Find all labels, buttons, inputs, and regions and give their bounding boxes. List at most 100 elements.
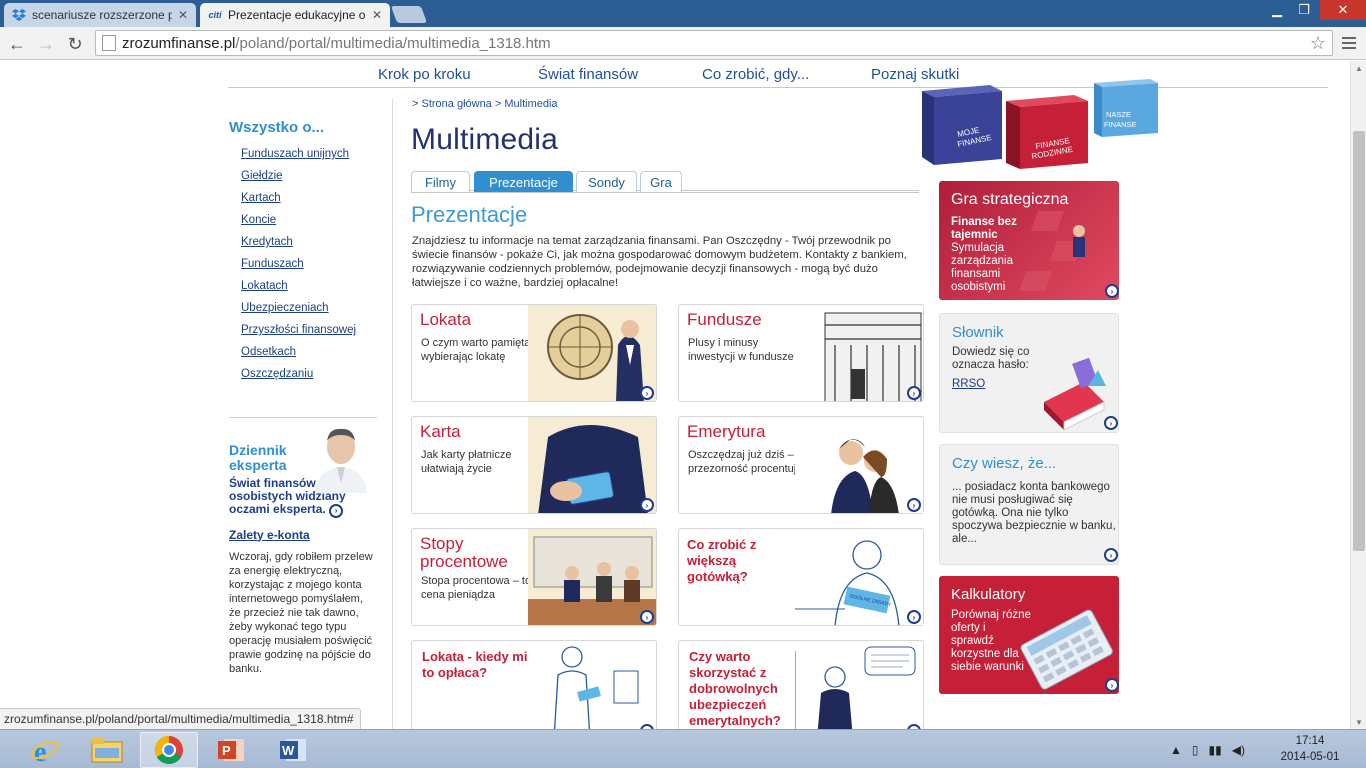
forward-icon[interactable]: → bbox=[33, 31, 59, 57]
game-text: Symulacja zarządzania finansami osobisty… bbox=[951, 242, 1014, 293]
file-explorer-icon[interactable] bbox=[78, 732, 136, 768]
reload-icon[interactable]: ↻ bbox=[62, 31, 88, 57]
minimize-icon[interactable]: ▁ bbox=[1264, 0, 1290, 20]
address-bar[interactable]: zrozumfinanse.pl/poland/portal/multimedi… bbox=[95, 30, 1333, 56]
arrow-icon[interactable]: › bbox=[1105, 678, 1119, 692]
url-host: zrozumfinanse.pl bbox=[122, 34, 236, 52]
tab-scenariusze[interactable]: scenariusze rozszerzone pl ✕ bbox=[4, 3, 196, 27]
arrow-icon[interactable]: › bbox=[329, 503, 344, 518]
calculators-box[interactable]: Kalkulatory Porównaj różne oferty i spra… bbox=[939, 576, 1119, 694]
tab-prezentacje[interactable]: citi Prezentacje edukacyjne o ✕ bbox=[200, 3, 390, 27]
chrome-icon[interactable] bbox=[140, 732, 198, 768]
list-item: Funduszach bbox=[241, 256, 379, 278]
show-hidden-icons-icon[interactable]: ▲ bbox=[1170, 743, 1182, 757]
sidebar-item-fundusze[interactable]: Funduszach bbox=[241, 258, 304, 270]
arrow-icon[interactable]: › bbox=[1105, 284, 1119, 298]
tab-prezentacje[interactable]: Prezentacje bbox=[474, 171, 573, 192]
vault-illustration bbox=[528, 305, 656, 401]
card-co-zrobic[interactable]: Co zrobić z większą gotówką? OGÓLNE ZASA… bbox=[678, 528, 924, 626]
arrow-icon[interactable]: › bbox=[907, 498, 921, 512]
card-desc: Plusy i minusy inwestycji w fundusze bbox=[688, 337, 794, 363]
sidebar-title: Wszystko o... bbox=[229, 119, 325, 136]
arrow-icon[interactable]: › bbox=[640, 610, 654, 624]
game-promo[interactable]: Gra strategiczna Finanse bez tajemnic Sy… bbox=[939, 181, 1119, 300]
arrow-icon[interactable]: › bbox=[1104, 548, 1118, 562]
card-czy-warto[interactable]: Czy warto skorzystać z dobrowolnych ubez… bbox=[678, 640, 924, 729]
tab-filmy[interactable]: Filmy bbox=[411, 171, 470, 192]
sidebar-item-odsetki[interactable]: Odsetkach bbox=[241, 346, 296, 358]
tab-sondy[interactable]: Sondy bbox=[576, 171, 637, 192]
word-icon[interactable]: W bbox=[264, 732, 322, 768]
sidebar-item-karty[interactable]: Kartach bbox=[241, 192, 281, 204]
internet-explorer-icon[interactable]: e bbox=[16, 732, 74, 768]
sidebar-item-ubezpieczenia[interactable]: Ubezpieczeniach bbox=[241, 302, 329, 314]
page-title: Multimedia bbox=[411, 123, 559, 156]
game-title: Gra strategiczna bbox=[951, 191, 1069, 208]
expert-photo bbox=[307, 423, 375, 493]
sidebar-item-fundusze-unijne[interactable]: Funduszach unijnych bbox=[241, 148, 349, 160]
menu-icon[interactable] bbox=[1338, 32, 1360, 54]
tab-gra[interactable]: Gra bbox=[640, 171, 682, 192]
book-icon bbox=[1044, 357, 1106, 431]
arrow-icon[interactable]: › bbox=[907, 610, 921, 624]
list-item: Przyszłości finansowej bbox=[241, 322, 379, 344]
battery-icon[interactable]: ▯ bbox=[1192, 743, 1199, 757]
glossary-text: Dowiedz się co oznacza hasło: bbox=[952, 346, 1030, 371]
nav-swiat-finansow[interactable]: Świat finansów bbox=[538, 66, 638, 83]
url-text[interactable]: zrozumfinanse.pl/poland/portal/multimedi… bbox=[122, 35, 551, 52]
card-lokata[interactable]: Lokata O czym warto pamiętać wybierając … bbox=[411, 304, 657, 402]
nav-krok-po-kroku[interactable]: Krok po kroku bbox=[378, 66, 471, 83]
arrow-icon[interactable]: › bbox=[640, 498, 654, 512]
expert-journal: Dziennik eksperta Świat finansów osobist… bbox=[229, 423, 377, 676]
restore-icon[interactable]: ❐ bbox=[1290, 0, 1318, 20]
back-icon[interactable]: ← bbox=[4, 31, 30, 57]
card-title: Karta bbox=[420, 422, 461, 441]
thinking-man-illustration: OGÓLNE ZASADY bbox=[795, 529, 923, 625]
building-illustration bbox=[795, 305, 923, 401]
card-fundusze[interactable]: Fundusze Plusy i minusy inwestycji w fun… bbox=[678, 304, 924, 402]
card-emerytura[interactable]: Emerytura Oszczędzaj już dziś – przezorn… bbox=[678, 416, 924, 514]
breadcrumb[interactable]: > Strona główna > Multimedia bbox=[412, 98, 558, 110]
dropbox-icon bbox=[12, 8, 26, 22]
bookmark-star-icon[interactable]: ☆ bbox=[1310, 33, 1326, 54]
volume-icon[interactable]: ◀) bbox=[1232, 743, 1245, 757]
sidebar-item-gielda[interactable]: Giełdzie bbox=[241, 170, 283, 182]
arrow-icon[interactable]: › bbox=[907, 386, 921, 400]
network-icon[interactable]: ▮▮ bbox=[1209, 743, 1222, 757]
cube-moje-finanse[interactable] bbox=[922, 85, 1002, 165]
close-icon[interactable]: ✕ bbox=[372, 8, 382, 22]
close-icon[interactable]: ✕ bbox=[178, 8, 188, 22]
card-title: Lokata bbox=[420, 310, 472, 329]
arrow-icon[interactable]: › bbox=[1104, 416, 1118, 430]
browser-tab-bar: scenariusze rozszerzone pl ✕ citi Prezen… bbox=[0, 0, 1366, 27]
page-scrollbar[interactable]: ▲ ▼ bbox=[1350, 61, 1366, 729]
expert-article-link[interactable]: Zalety e-konta bbox=[229, 528, 377, 542]
card-stopy-procentowe[interactable]: Stopy procentowe Stopa procentowa – to c… bbox=[411, 528, 657, 626]
sidebar-item-kredyty[interactable]: Kredytach bbox=[241, 236, 293, 248]
card-title: Czy warto skorzystać z dobrowolnych ubez… bbox=[689, 649, 781, 728]
card-lokata-kiedy[interactable]: Lokata - kiedy mi się to opłaca? › bbox=[411, 640, 657, 729]
sidebar-item-lokaty[interactable]: Lokatach bbox=[241, 280, 288, 292]
sidebar-item-przyszlosc[interactable]: Przyszłości finansowej bbox=[241, 324, 356, 336]
man-note-illustration bbox=[795, 641, 923, 729]
intro-text: Znajdziesz tu informacje na temat zarząd… bbox=[412, 235, 907, 289]
arrow-icon[interactable]: › bbox=[640, 386, 654, 400]
nav-co-zrobic[interactable]: Co zrobić, gdy... bbox=[702, 66, 809, 83]
taskbar-clock[interactable]: 17:14 2014-05-01 bbox=[1280, 733, 1340, 765]
sidebar-item-oszczedzanie[interactable]: Oszczędzaniu bbox=[241, 368, 313, 380]
couple-illustration bbox=[795, 417, 923, 513]
scrollbar-thumb[interactable] bbox=[1353, 131, 1365, 551]
did-you-know-title: Czy wiesz, że... bbox=[952, 455, 1057, 472]
taskbar: e P W ▲ ▯ ▮▮ ◀) 17:14 2014-05-01 bbox=[0, 729, 1366, 768]
sidebar-separator bbox=[392, 99, 393, 729]
clock-date: 2014-05-01 bbox=[1280, 751, 1340, 763]
powerpoint-icon[interactable]: P bbox=[202, 732, 260, 768]
card-title: Stopy procentowe bbox=[420, 534, 508, 571]
card-karta[interactable]: Karta Jak karty płatnicze ułatwiają życi… bbox=[411, 416, 657, 514]
glossary-link[interactable]: RRSO bbox=[952, 378, 985, 391]
new-tab-button[interactable] bbox=[390, 6, 428, 23]
sidebar-item-konto[interactable]: Koncie bbox=[241, 214, 276, 226]
scroll-up-icon[interactable]: ▲ bbox=[1351, 61, 1366, 75]
window-close-icon[interactable]: ✕ bbox=[1320, 0, 1366, 20]
scroll-down-icon[interactable]: ▼ bbox=[1351, 715, 1366, 729]
